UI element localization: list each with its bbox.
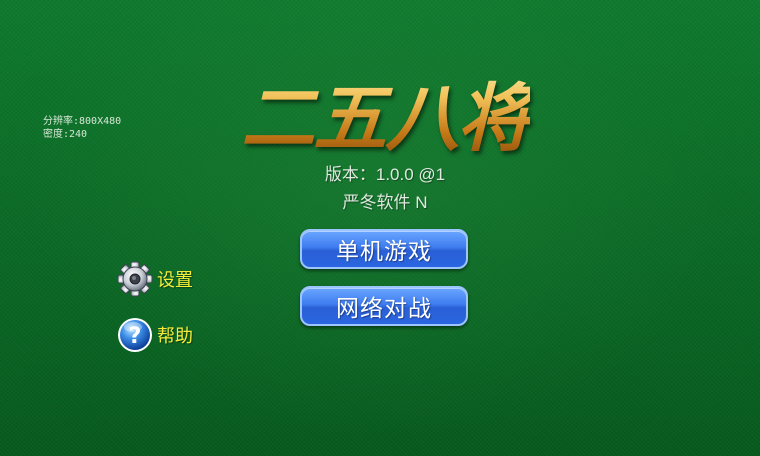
gear-icon — [116, 260, 154, 298]
network-battle-button[interactable]: 网络对战 — [300, 286, 468, 326]
settings-button[interactable]: 设置 — [116, 260, 193, 298]
help-label: 帮助 — [157, 326, 193, 346]
company-text: 严冬软件 N — [342, 193, 428, 212]
svg-text:?: ? — [129, 324, 142, 349]
debug-info: 分辨率:800X480 密度:240 — [43, 115, 121, 141]
single-player-button[interactable]: 单机游戏 — [300, 229, 468, 269]
settings-label: 设置 — [157, 270, 193, 290]
resolution-text: 分辨率:800X480 — [43, 116, 122, 127]
game-title-logo: 二五八将 — [240, 62, 531, 162]
help-button[interactable]: ? 帮助 — [116, 316, 193, 354]
help-icon: ? — [116, 316, 154, 354]
version-text: 版本：1.0.0 @1 — [324, 165, 446, 184]
density-text: 密度:240 — [43, 129, 88, 140]
